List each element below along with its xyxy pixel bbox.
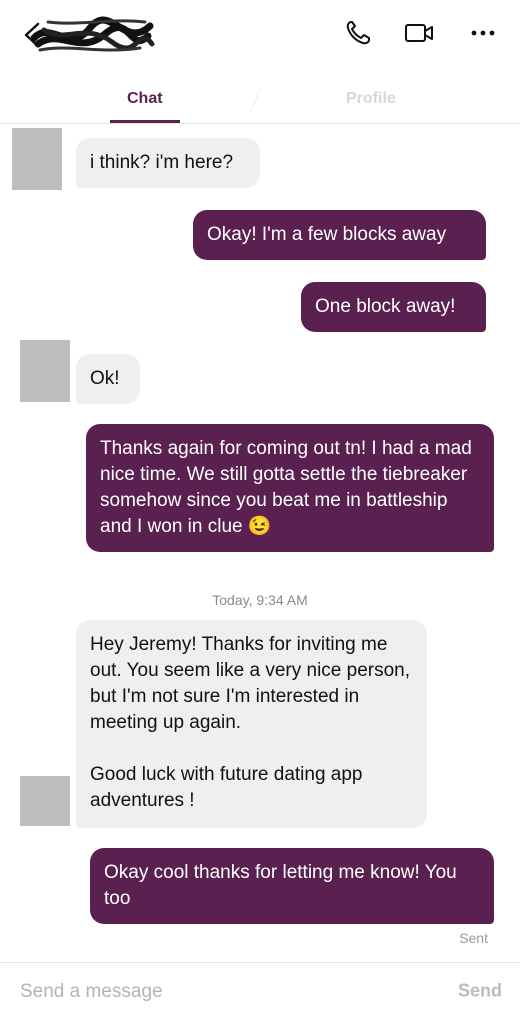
tab-bar: Chat Profile	[0, 80, 520, 124]
message-incoming: Ok!	[76, 354, 140, 404]
message-outgoing: One block away!	[301, 282, 486, 332]
sent-status: Sent	[459, 930, 488, 946]
chat-header	[0, 0, 520, 70]
message-composer: Send	[0, 962, 520, 1020]
redacted-name	[30, 14, 155, 60]
avatar[interactable]	[20, 340, 70, 402]
message-incoming: i think? i'm here?	[76, 138, 260, 188]
video-camera-icon[interactable]	[402, 18, 436, 48]
message-input[interactable]	[0, 963, 440, 1020]
phone-icon[interactable]	[342, 18, 376, 48]
message-outgoing: Thanks again for coming out tn! I had a …	[86, 424, 494, 552]
avatar[interactable]	[20, 776, 70, 826]
tab-chat[interactable]: Chat	[127, 90, 163, 108]
send-button[interactable]: Send	[458, 981, 502, 1002]
tab-divider	[249, 87, 262, 113]
message-timestamp: Today, 9:34 AM	[212, 592, 308, 608]
more-dots-icon[interactable]	[466, 18, 500, 48]
message-outgoing: Okay! I'm a few blocks away	[193, 210, 486, 260]
active-tab-indicator	[110, 120, 180, 123]
avatar[interactable]	[12, 128, 62, 190]
message-incoming: Hey Jeremy! Thanks for inviting me out. …	[76, 620, 427, 828]
message-outgoing: Okay cool thanks for letting me know! Yo…	[90, 848, 494, 924]
tab-profile[interactable]: Profile	[346, 90, 396, 108]
